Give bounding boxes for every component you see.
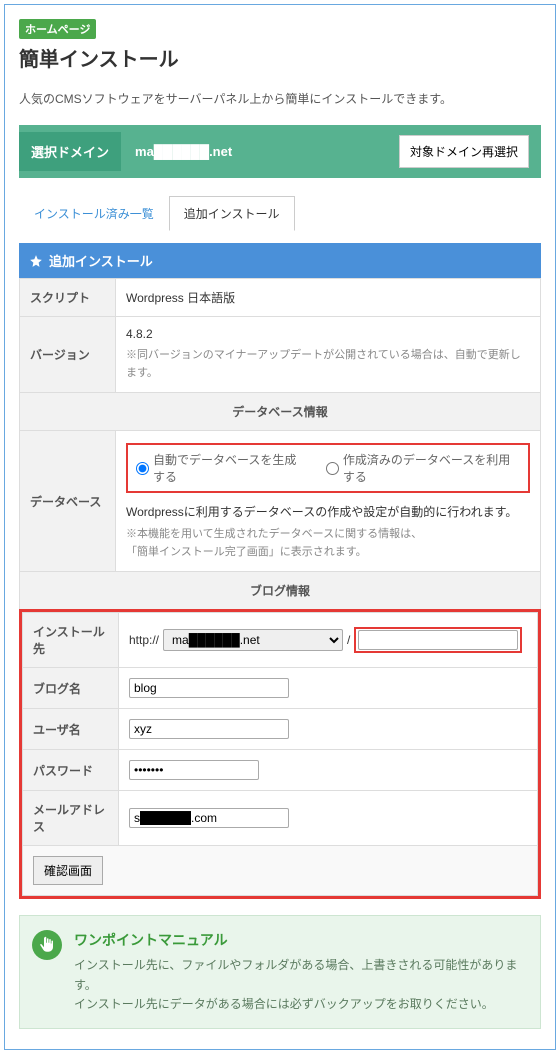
tab-add-install[interactable]: 追加インストール	[169, 196, 295, 231]
install-dest-cell: http:// ma██████.net /	[119, 613, 538, 668]
email-input[interactable]	[129, 808, 289, 828]
version-note: ※同バージョンのマイナーアップデートが公開されている場合は、自動で更新します。	[126, 347, 530, 382]
domain-label: 選択ドメイン	[19, 132, 121, 171]
db-radio-existing[interactable]: 作成済みのデータベースを利用する	[326, 451, 520, 485]
reselect-domain-button[interactable]: 対象ドメイン再選択	[399, 135, 529, 168]
tabs: インストール済み一覧 追加インストール	[19, 196, 541, 231]
db-radio-auto-input[interactable]	[136, 462, 149, 475]
username-label: ユーザ名	[23, 709, 119, 750]
domain-name: ma██████.net	[135, 144, 399, 159]
install-form-table: スクリプト Wordpress 日本語版 バージョン 4.8.2 ※同バージョン…	[19, 278, 541, 610]
email-label: メールアドレス	[23, 791, 119, 846]
db-note: ※本機能を用いて生成されたデータベースに関する情報は、 「簡単インストール完了画…	[126, 526, 530, 561]
tab-installed[interactable]: インストール済み一覧	[19, 196, 169, 231]
blogname-input[interactable]	[129, 678, 289, 698]
username-input[interactable]	[129, 719, 289, 739]
password-input[interactable]	[129, 760, 259, 780]
db-option-highlight: 自動でデータベースを生成する 作成済みのデータベースを利用する	[126, 443, 530, 493]
db-subheader: データベース情報	[20, 393, 541, 431]
section-header: 追加インストール	[19, 243, 541, 278]
blog-subheader: ブログ情報	[20, 572, 541, 610]
category-badge: ホームページ	[19, 19, 96, 39]
version-label: バージョン	[20, 317, 116, 393]
section-title: 追加インストール	[49, 251, 153, 270]
intro-text: 人気のCMSソフトウェアをサーバーパネル上から簡単にインストールできます。	[19, 90, 541, 107]
panel: ホームページ 簡単インストール 人気のCMSソフトウェアをサーバーパネル上から簡…	[4, 4, 556, 1050]
install-slash: /	[347, 633, 350, 647]
db-radio-existing-input[interactable]	[326, 462, 339, 475]
install-dest-label: インストール先	[23, 613, 119, 668]
domain-bar: 選択ドメイン ma██████.net 対象ドメイン再選択	[19, 125, 541, 178]
script-value: Wordpress 日本語版	[116, 279, 541, 317]
install-domain-select[interactable]: ma██████.net	[163, 629, 343, 651]
tip-title: ワンポイントマニュアル	[74, 930, 526, 950]
page-title: 簡単インストール	[19, 43, 541, 72]
version-value: 4.8.2	[126, 327, 153, 341]
star-icon	[29, 254, 43, 268]
tip-hand-icon	[32, 930, 62, 960]
db-radio-auto[interactable]: 自動でデータベースを生成する	[136, 451, 308, 485]
onepoint-manual: ワンポイントマニュアル インストール先に、ファイルやフォルダがある場合、上書きさ…	[19, 915, 541, 1029]
script-label: スクリプト	[20, 279, 116, 317]
database-cell: 自動でデータベースを生成する 作成済みのデータベースを利用する Wordpres…	[116, 431, 541, 572]
password-label: パスワード	[23, 750, 119, 791]
version-cell: 4.8.2 ※同バージョンのマイナーアップデートが公開されている場合は、自動で更…	[116, 317, 541, 393]
tip-text: インストール先に、ファイルやフォルダがある場合、上書きされる可能性があります。 …	[74, 956, 526, 1014]
install-proto: http://	[129, 633, 159, 647]
database-label: データベース	[20, 431, 116, 572]
install-path-highlight	[354, 627, 522, 653]
install-path-input[interactable]	[358, 630, 518, 650]
confirm-button[interactable]: 確認画面	[33, 856, 103, 885]
db-desc: Wordpressに利用するデータベースの作成や設定が自動的に行われます。	[126, 503, 530, 520]
blogname-label: ブログ名	[23, 668, 119, 709]
blog-form-highlight: インストール先 http:// ma██████.net / ブロ	[19, 609, 541, 899]
